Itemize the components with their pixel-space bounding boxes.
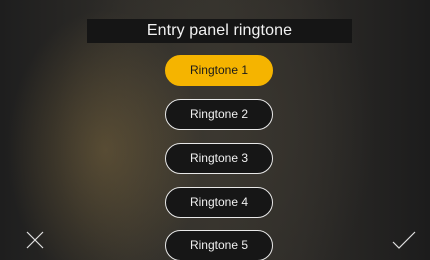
ringtone-option-3[interactable]: Ringtone 3: [165, 143, 273, 174]
cancel-button[interactable]: [24, 229, 46, 251]
ringtone-option-5[interactable]: Ringtone 5: [165, 230, 273, 260]
ringtone-option-2[interactable]: Ringtone 2: [165, 99, 273, 130]
ringtone-list: Ringtone 1 Ringtone 2 Ringtone 3 Rington…: [0, 0, 430, 260]
close-icon: [26, 231, 44, 249]
ringtone-option-1[interactable]: Ringtone 1: [165, 55, 273, 86]
ringtone-settings-screen: Entry panel ringtone Ringtone 1 Ringtone…: [0, 0, 430, 260]
checkmark-icon: [392, 231, 416, 249]
ringtone-option-4[interactable]: Ringtone 4: [165, 187, 273, 218]
confirm-button[interactable]: [391, 229, 417, 251]
